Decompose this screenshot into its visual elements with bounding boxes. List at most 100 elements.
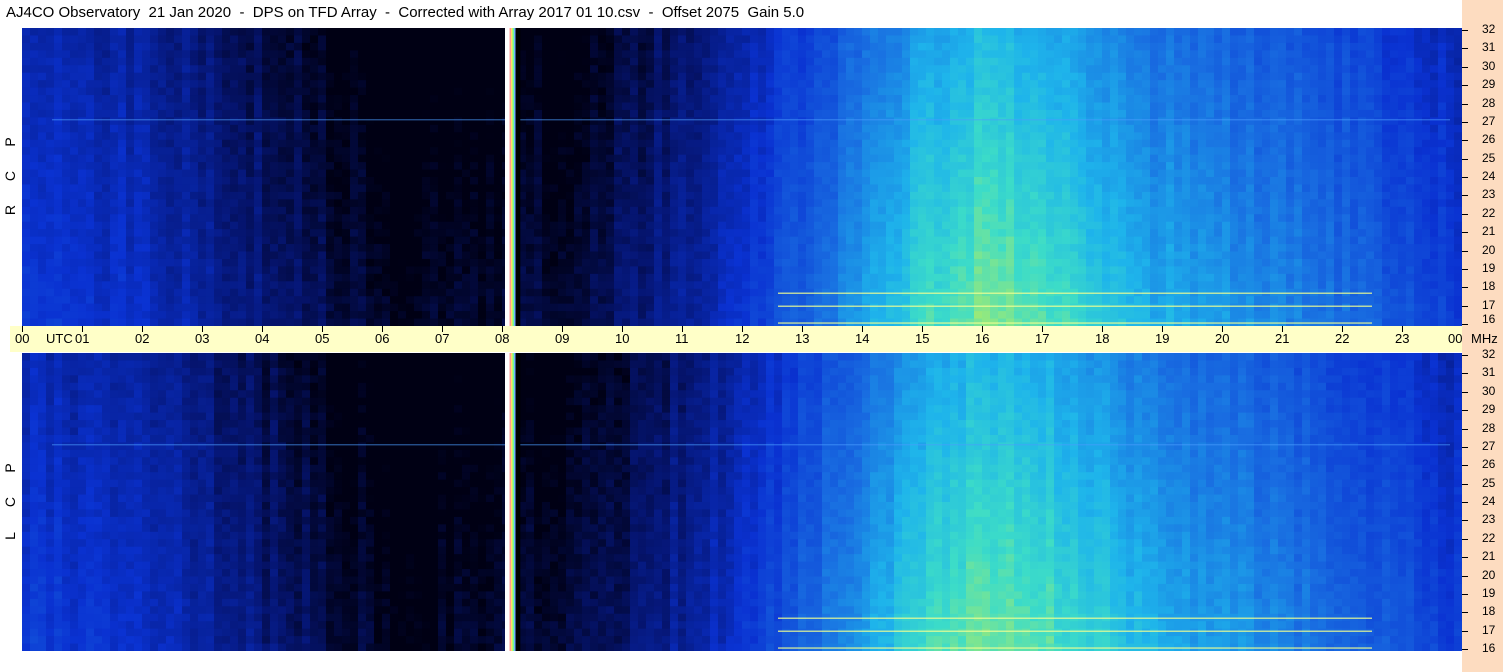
rcp-cell (38, 273, 47, 282)
rcp-cell (174, 184, 183, 193)
rcp-cell (198, 281, 207, 290)
rcp-cell (598, 35, 607, 44)
rcp-cell (182, 206, 191, 215)
rcp-cell (78, 139, 87, 148)
rcp-cell (806, 214, 815, 223)
rcp-cell (118, 273, 127, 282)
rcp-cell (774, 236, 783, 245)
rcp-cell (86, 80, 95, 89)
rcp-cell (606, 311, 615, 320)
rcp-cell (726, 311, 735, 320)
rcp-cell (526, 296, 535, 305)
rcp-cell (390, 288, 399, 297)
rcp-cell (886, 244, 895, 253)
rcp-cell (878, 132, 887, 141)
rcp-cell (630, 50, 639, 59)
rcp-cell (582, 80, 591, 89)
rcp-cell (238, 258, 247, 267)
rcp-cell (894, 273, 903, 282)
rcp-cell (974, 191, 983, 200)
rcp-cell (486, 169, 495, 178)
rcp-cell (406, 102, 415, 111)
rcp-cell (990, 95, 999, 104)
rcp-cell (390, 57, 399, 66)
rcp-cell (70, 35, 79, 44)
rcp-cell (534, 109, 543, 118)
rcp-cell (446, 35, 455, 44)
rcp-cell (310, 42, 319, 51)
rcp-cell (886, 177, 895, 186)
rcp-cell (574, 42, 583, 51)
rcp-cell (934, 221, 943, 230)
rcp-cell (478, 214, 487, 223)
rcp-cell (654, 251, 663, 260)
rcp-cell (494, 199, 503, 208)
rcp-cell (54, 206, 63, 215)
rcp-cell (902, 236, 911, 245)
rcp-cell (558, 184, 567, 193)
rcp-cell (438, 35, 447, 44)
rcp-cell (190, 229, 199, 238)
rcp-cell (686, 154, 695, 163)
rcp-cell (926, 117, 935, 126)
rcp-cell (654, 199, 663, 208)
rcp-cell (454, 80, 463, 89)
rcp-cell (446, 229, 455, 238)
rcp-cell (862, 132, 871, 141)
rcp-cell (870, 50, 879, 59)
rcp-cell (774, 80, 783, 89)
rcp-cell (638, 72, 647, 81)
rcp-cell (878, 221, 887, 230)
rcp-cell (286, 214, 295, 223)
rcp-cell (782, 229, 791, 238)
rcp-cell (30, 296, 39, 305)
rcp-cell (246, 311, 255, 320)
rcp-cell (470, 251, 479, 260)
rcp-cell (998, 139, 1007, 148)
rcp-cell (838, 266, 847, 275)
rcp-cell (854, 251, 863, 260)
rcp-cell (406, 177, 415, 186)
rcp-cell (494, 154, 503, 163)
rcp-cell (750, 199, 759, 208)
rcp-cell (718, 288, 727, 297)
rcp-cell (766, 72, 775, 81)
rcp-cell (478, 273, 487, 282)
rcp-cell (174, 95, 183, 104)
rcp-cell (86, 244, 95, 253)
rcp-cell (230, 273, 239, 282)
rcp-cell (366, 258, 375, 267)
rcp-cell (630, 281, 639, 290)
rcp-cell (118, 288, 127, 297)
rcp-cell (630, 184, 639, 193)
rcp-cell (94, 199, 103, 208)
rcp-cell (110, 57, 119, 66)
rcp-cell (958, 273, 967, 282)
rcp-cell (382, 80, 391, 89)
rcp-cell (990, 221, 999, 230)
rcp-cell (126, 318, 135, 326)
rcp-cell (222, 229, 231, 238)
rcp-cell (470, 177, 479, 186)
rcp-cell (158, 147, 167, 156)
rcp-cell (22, 229, 31, 238)
rcp-cell (734, 229, 743, 238)
rcp-cell (694, 117, 703, 126)
rcp-cell (750, 132, 759, 141)
rcp-cell (110, 162, 119, 171)
rcp-cell (166, 95, 175, 104)
rcp-cell (742, 50, 751, 59)
rcp-cell (302, 296, 311, 305)
rcp-cell (662, 318, 671, 326)
rcp-cell (150, 50, 159, 59)
rcp-cell (62, 154, 71, 163)
rcp-cell (142, 109, 151, 118)
rcp-cell (374, 154, 383, 163)
rcp-cell (686, 35, 695, 44)
rcp-cell (606, 296, 615, 305)
rcp-cell (278, 258, 287, 267)
rcp-cell (302, 303, 311, 312)
rcp-cell (718, 184, 727, 193)
rcp-cell (54, 102, 63, 111)
rcp-cell (678, 206, 687, 215)
